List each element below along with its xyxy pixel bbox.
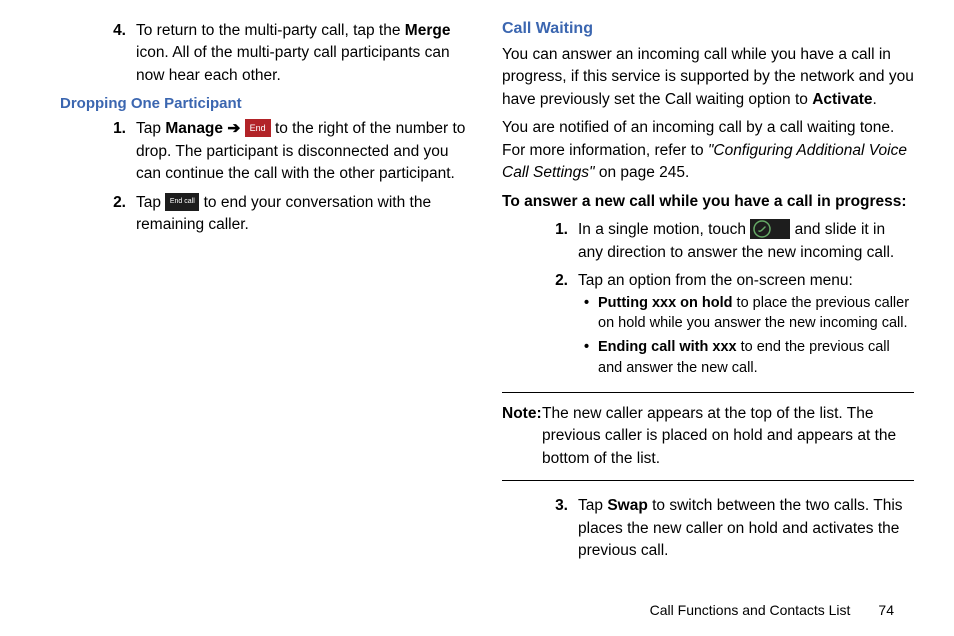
merge-label: Merge bbox=[405, 22, 451, 39]
bullet-icon: • bbox=[584, 293, 598, 334]
list-number: 1. bbox=[540, 219, 578, 264]
bullet-put-hold: Putting xxx on hold to place the previou… bbox=[598, 293, 914, 334]
text: Putting xxx on hold bbox=[598, 295, 733, 311]
answer-slider-icon bbox=[750, 219, 790, 239]
callwaiting-p1: You can answer an incoming call while yo… bbox=[502, 44, 914, 111]
text: icon. All of the multi-party call partic… bbox=[136, 44, 450, 83]
list-number: 3. bbox=[540, 495, 578, 562]
drop-step1: Tap Manage ➔ End to the right of the num… bbox=[136, 118, 472, 185]
heading-call-waiting: Call Waiting bbox=[502, 20, 914, 38]
end-call-icon: End call bbox=[165, 193, 199, 211]
text: Tap bbox=[578, 497, 607, 514]
list-number: 1. bbox=[98, 118, 136, 185]
text: In a single motion, touch bbox=[578, 221, 750, 238]
text: Ending call with xxx bbox=[598, 339, 737, 355]
page-number: 74 bbox=[878, 602, 894, 618]
swap-label: Swap bbox=[607, 497, 647, 514]
section-title: Call Functions and Contacts List bbox=[650, 602, 851, 618]
heading-drop-participant: Dropping One Participant bbox=[60, 95, 472, 112]
text: The new caller appears at the top of the… bbox=[542, 403, 914, 470]
text: Tap bbox=[136, 120, 165, 137]
text: To return to the multi-party call, tap t… bbox=[136, 22, 405, 39]
arrow-icon: ➔ bbox=[223, 120, 245, 137]
page-footer: Call Functions and Contacts List 74 bbox=[650, 602, 894, 618]
text: on page 245. bbox=[595, 164, 690, 181]
list-number: 2. bbox=[540, 270, 578, 382]
manage-label: Manage bbox=[165, 120, 223, 137]
note-label: Note: bbox=[502, 403, 542, 425]
list-number: 2. bbox=[98, 192, 136, 237]
step4-text: To return to the multi-party call, tap t… bbox=[136, 20, 472, 87]
drop-step2: Tap End call to end your conversation wi… bbox=[136, 192, 472, 237]
bullet-icon: • bbox=[584, 337, 598, 378]
bullet-end-call: Ending call with xxx to end the previous… bbox=[598, 337, 914, 378]
answer-step1: In a single motion, touch and slide it i… bbox=[578, 219, 914, 264]
answer-step2: Tap an option from the on-screen menu: •… bbox=[578, 270, 914, 382]
text: . bbox=[873, 91, 877, 108]
answer-step3: Tap Swap to switch between the two calls… bbox=[578, 495, 914, 562]
note-block: Note: The new caller appears at the top … bbox=[502, 392, 914, 481]
text: Tap bbox=[136, 194, 165, 211]
activate-label: Activate bbox=[812, 91, 872, 108]
end-icon: End bbox=[245, 119, 271, 137]
callwaiting-p2: You are notified of an incoming call by … bbox=[502, 117, 914, 184]
heading-answer-new: To answer a new call while you have a ca… bbox=[502, 191, 914, 213]
note-text: The new caller appears at the top of the… bbox=[502, 403, 914, 470]
text: Tap an option from the on-screen menu: bbox=[578, 272, 853, 289]
list-number: 4. bbox=[98, 20, 136, 87]
